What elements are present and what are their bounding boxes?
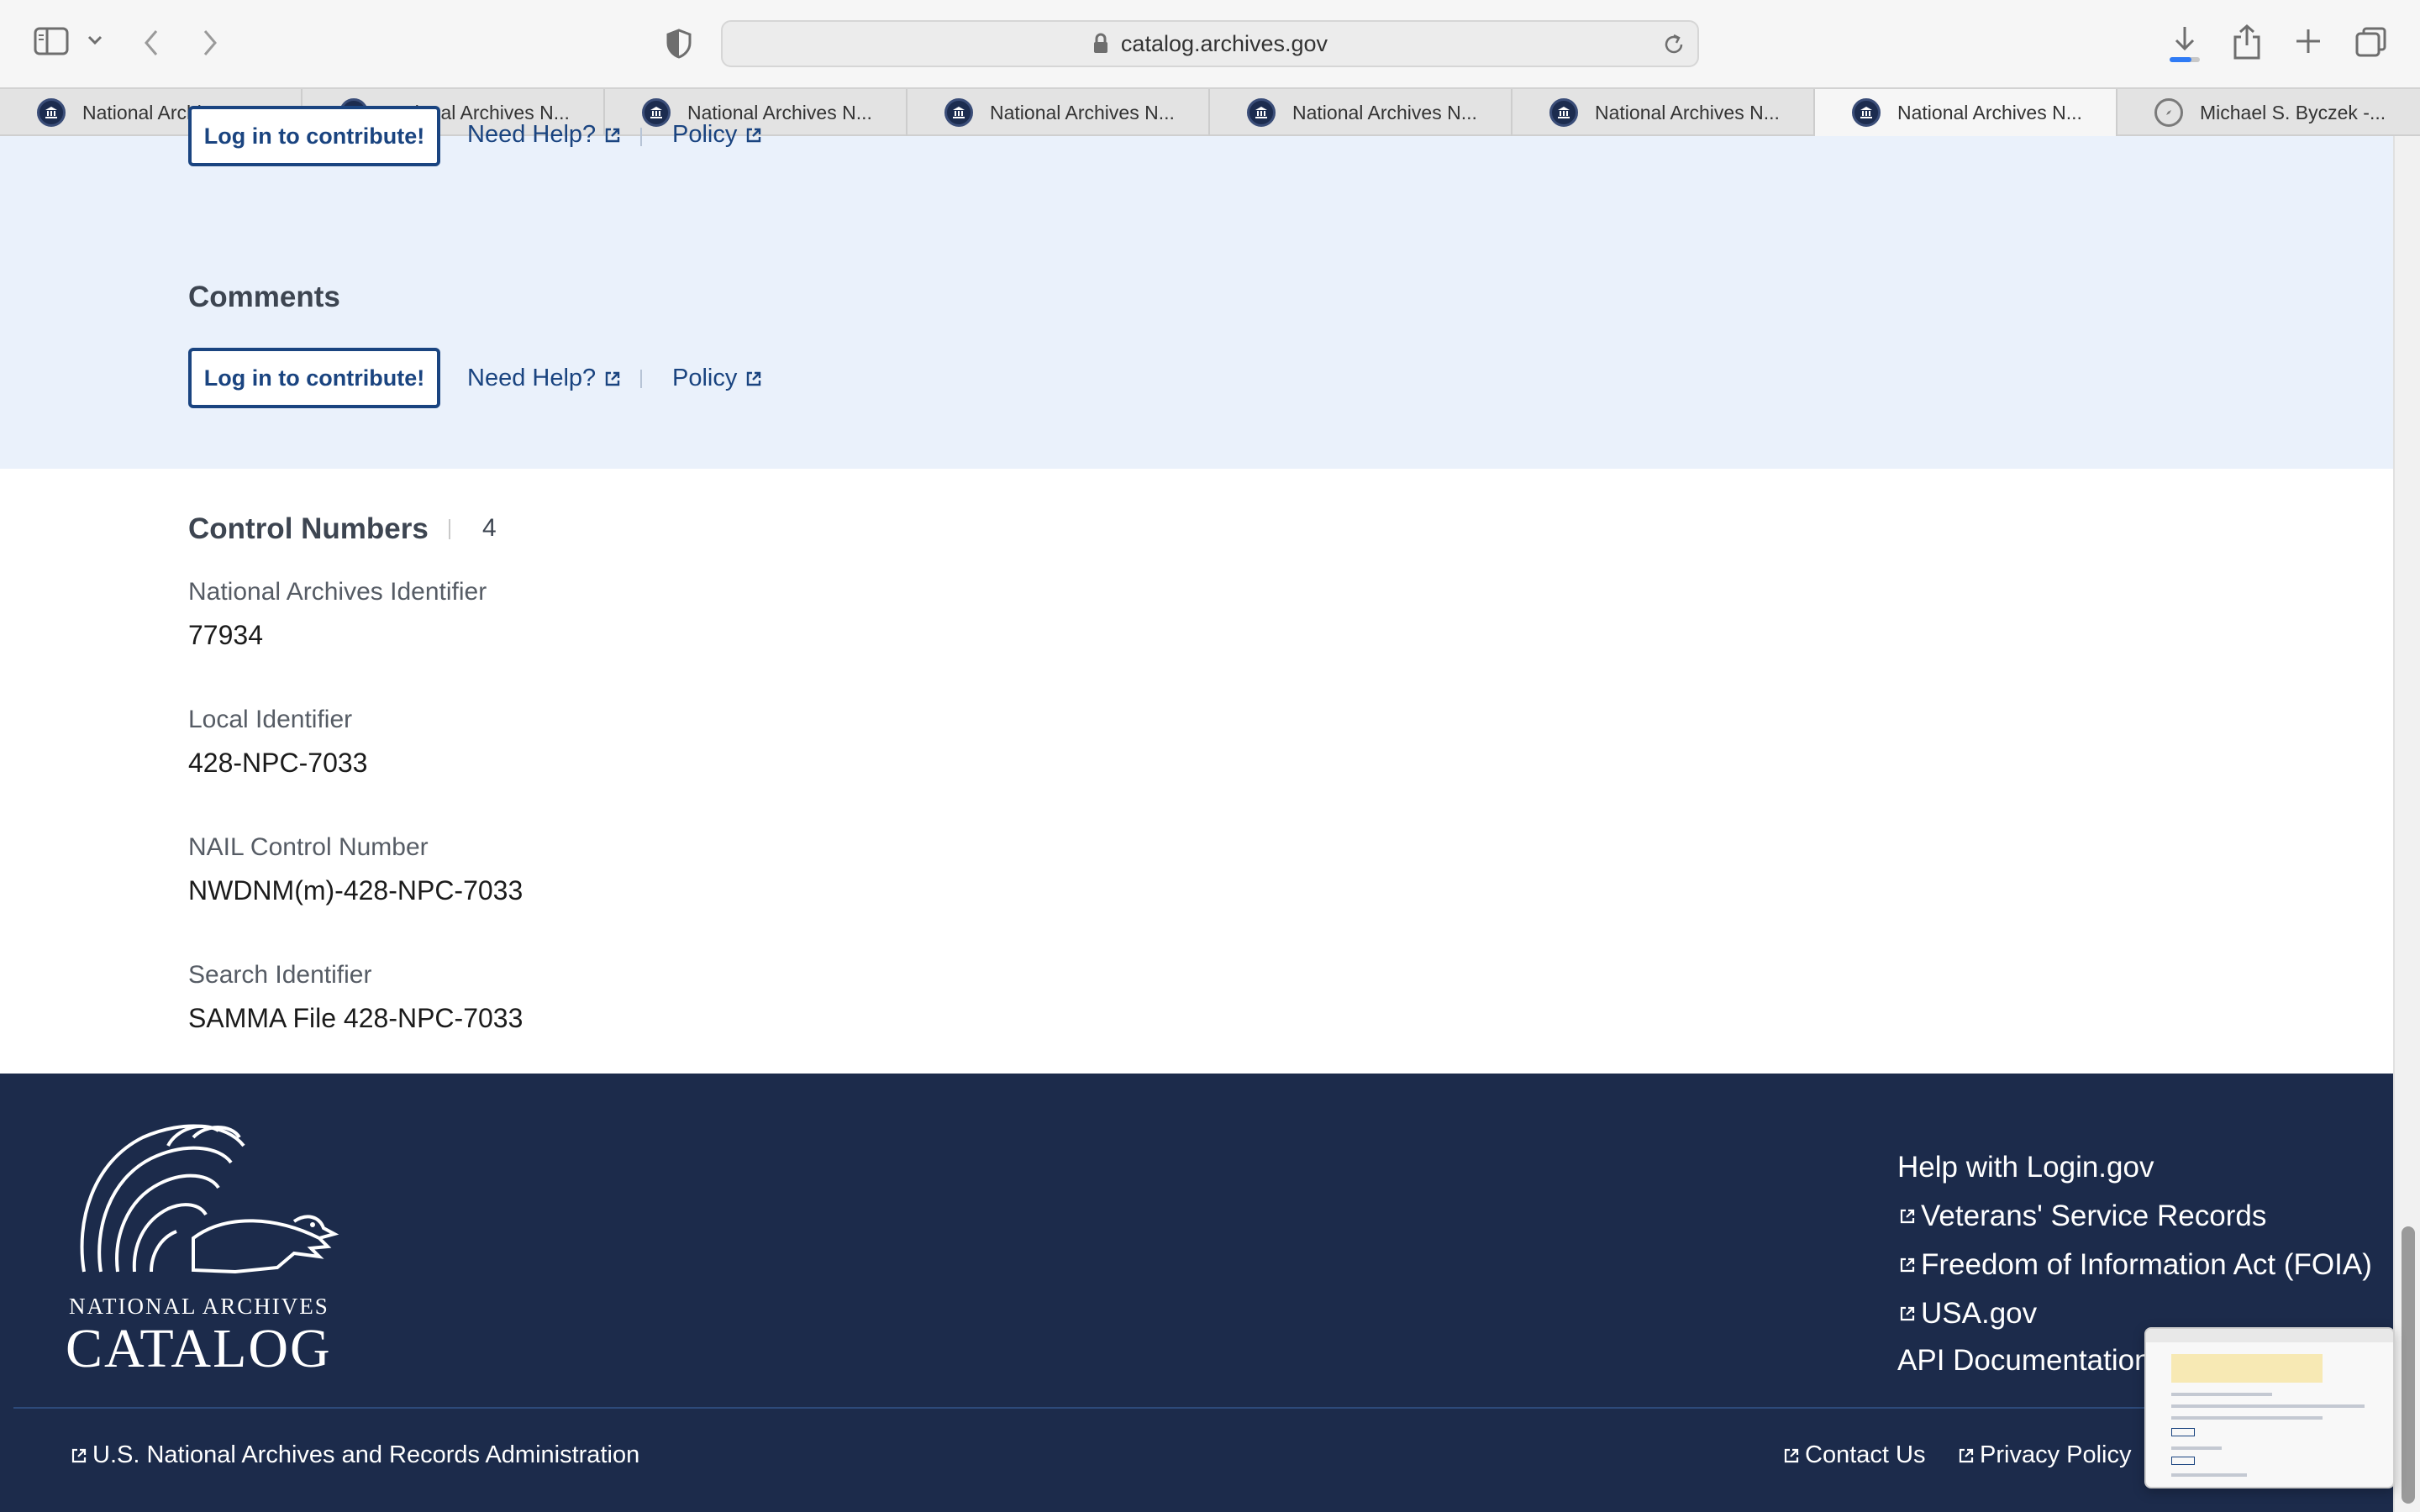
preview-toolbar [2146, 1329, 2393, 1342]
tab-overview-icon[interactable] [2354, 25, 2388, 59]
footer-link-label: USA.gov [1921, 1297, 2038, 1330]
comments-login-button[interactable]: Log in to contribute! [188, 348, 440, 408]
preview-banner [2171, 1354, 2323, 1383]
footer-link-contact[interactable]: Contact Us [1783, 1441, 1925, 1469]
archives-favicon-icon [642, 98, 671, 127]
privacy-shield-icon[interactable] [666, 29, 692, 59]
page-scrollbar[interactable] [2393, 136, 2420, 1512]
archives-favicon-icon [944, 98, 973, 127]
link-separator [640, 370, 642, 388]
footer-link-foia[interactable]: Freedom of Information Act (FOIA) [1899, 1248, 2372, 1282]
logo-catalog: CATALOG [66, 1318, 332, 1379]
footer-link-login-help[interactable]: Help with Login.gov [1897, 1151, 2154, 1184]
share-icon[interactable] [2232, 24, 2262, 60]
footer-link-api-docs[interactable]: API Documentation [1897, 1344, 2151, 1378]
browser-tab-active[interactable]: National Archives N... [1815, 89, 2118, 136]
need-help-label: Need Help? [467, 365, 597, 391]
external-link-icon [1900, 1209, 1915, 1224]
sidebar-icon[interactable] [34, 27, 69, 55]
field-label: National Archives Identifier [188, 578, 487, 606]
tab-title: National Archives N... [1897, 101, 2082, 123]
archives-favicon-icon [1549, 98, 1578, 127]
field-value: NWDNM(m)-428-NPC-7033 [188, 875, 523, 906]
preview-line [2171, 1446, 2222, 1450]
field-value: 428-NPC-7033 [188, 748, 368, 778]
footer-link-label: Freedom of Information Act (FOIA) [1921, 1248, 2372, 1281]
archives-favicon-icon [37, 98, 66, 127]
comments-need-help-link[interactable]: Need Help? [467, 365, 621, 392]
external-link-icon [1900, 1306, 1915, 1321]
policy-label: Policy [672, 121, 738, 148]
footer-link-label: Help with Login.gov [1897, 1151, 2154, 1184]
policy-label: Policy [672, 365, 738, 391]
control-numbers-title: Control Numbers [188, 512, 429, 545]
logo-national-archives: NATIONAL ARCHIVES [69, 1294, 329, 1319]
screenshot-preview-thumbnail[interactable] [2144, 1327, 2395, 1488]
external-link-icon [747, 128, 761, 142]
external-link-icon [605, 371, 620, 386]
contribute-section [0, 136, 2393, 469]
footer-link-label: Contact Us [1805, 1441, 1926, 1468]
footer-link-label: API Documentation [1897, 1344, 2151, 1377]
footer-link-label: Veterans' Service Records [1921, 1200, 2267, 1232]
external-link-icon [1959, 1448, 1974, 1462]
external-link-icon [71, 1448, 87, 1462]
forward-icon[interactable] [202, 29, 218, 57]
footer-link-privacy[interactable]: Privacy Policy [1958, 1441, 2132, 1469]
url-text: catalog.archives.gov [1120, 30, 1328, 56]
browser-tab[interactable]: National Archives N... [1210, 89, 1512, 136]
count-separator [449, 519, 450, 539]
comments-policy-link[interactable]: Policy [672, 365, 762, 392]
reload-icon[interactable] [1662, 33, 1686, 56]
new-tab-icon[interactable] [2294, 27, 2323, 55]
scrollbar-thumb[interactable] [2402, 1226, 2415, 1504]
tab-title: Michael S. Byczek -... [2200, 101, 2386, 123]
login-to-contribute-button[interactable]: Log in to contribute! [188, 106, 440, 166]
preview-line [2171, 1473, 2247, 1477]
preview-button [2171, 1457, 2195, 1465]
tab-title: National Archives N... [990, 101, 1175, 123]
external-link-icon [1900, 1257, 1915, 1273]
control-numbers-count: 4 [482, 514, 497, 542]
footer-link-label: Privacy Policy [1980, 1441, 2132, 1468]
external-link-icon [1784, 1448, 1799, 1462]
eagle-logo-icon[interactable] [67, 1112, 345, 1289]
back-icon[interactable] [143, 29, 160, 57]
field-label: NAIL Control Number [188, 833, 429, 861]
browser-tab[interactable]: Michael S. Byczek -... [2118, 89, 2420, 136]
field-value: SAMMA File 428-NPC-7033 [188, 1003, 523, 1033]
footer-link-label: U.S. National Archives and Records Admin… [92, 1441, 640, 1468]
footer-divider [13, 1407, 2393, 1409]
browser-tab[interactable]: National Archives N... [1512, 89, 1815, 136]
chevron-down-icon[interactable] [87, 35, 103, 45]
tab-title: National Archives N... [1292, 101, 1477, 123]
field-label: Search Identifier [188, 961, 372, 989]
link-separator [640, 128, 642, 146]
address-bar[interactable]: catalog.archives.gov [721, 20, 1699, 67]
browser-tab[interactable]: National Archives N... [908, 89, 1210, 136]
need-help-link[interactable]: Need Help? [467, 121, 621, 149]
need-help-label: Need Help? [467, 121, 597, 148]
footer-link-veterans-records[interactable]: Veterans' Service Records [1899, 1200, 2266, 1233]
downloads-icon[interactable] [2165, 24, 2205, 64]
archives-favicon-icon [1852, 98, 1881, 127]
preview-line [2171, 1393, 2272, 1396]
external-link-icon [747, 371, 761, 386]
preview-button [2171, 1428, 2195, 1436]
tab-title: National Archives N... [1595, 101, 1780, 123]
preview-line [2171, 1416, 2323, 1420]
external-link-icon [605, 128, 620, 142]
comments-title: Comments [188, 281, 340, 313]
site-footer: NATIONAL ARCHIVES CATALOG Help with Logi… [0, 1074, 2393, 1512]
field-label: Local Identifier [188, 706, 353, 733]
compass-icon [2154, 98, 2183, 127]
field-value: 77934 [188, 620, 263, 650]
lock-icon [1093, 33, 1107, 53]
policy-link[interactable]: Policy [672, 121, 762, 149]
archives-favicon-icon [1247, 98, 1276, 127]
preview-line [2171, 1404, 2365, 1408]
browser-toolbar: catalog.archives.gov [0, 0, 2420, 87]
footer-link-usagov[interactable]: USA.gov [1899, 1297, 2037, 1331]
footer-link-nara[interactable]: U.S. National Archives and Records Admin… [71, 1441, 639, 1469]
